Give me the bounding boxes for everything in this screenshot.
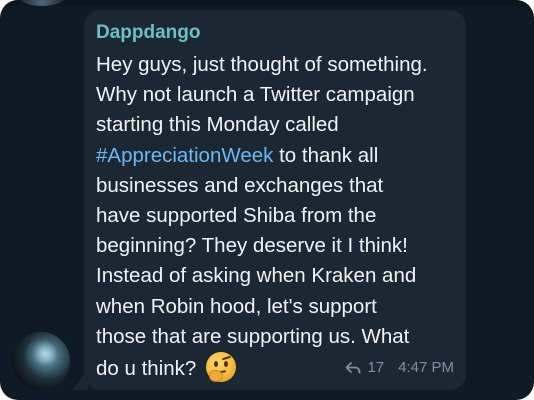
thinking-face-icon <box>206 352 236 383</box>
message-line: to thank all <box>273 143 379 167</box>
message-line: starting this Monday called <box>96 113 339 137</box>
message-line: businesses and exchanges that <box>96 173 384 197</box>
message-line: Why not launch a Twitter campaign <box>96 83 415 107</box>
message-line: Instead of asking when Kraken and <box>96 264 417 288</box>
sender-name[interactable]: Dappdango <box>96 22 452 44</box>
chat-screen: Dappdango Hey guys, just thought of some… <box>0 0 534 400</box>
message-line: beginning? They deserve it I think! <box>96 234 408 258</box>
hashtag-link[interactable]: #AppreciationWeek <box>96 144 273 167</box>
message-line: Hey guys, just thought of something. <box>96 53 428 76</box>
message-bubble[interactable]: Dappdango Hey guys, just thought of some… <box>84 10 466 390</box>
reply-count[interactable]: 17 <box>367 359 384 376</box>
sender-avatar[interactable] <box>12 332 70 390</box>
message-line: do u think? <box>96 357 202 381</box>
message-line: those that are supporting us. What <box>96 324 410 348</box>
message-line: have supported Shiba from the <box>96 204 377 228</box>
message-meta: 17 4:47 PM <box>345 359 454 376</box>
reply-arrow-icon[interactable] <box>345 361 361 375</box>
top-edge <box>0 0 534 6</box>
message-line: when Robin hood, let's support <box>96 294 377 318</box>
message-time: 4:47 PM <box>398 359 454 376</box>
message-text: Hey guys, just thought of something. Why… <box>96 50 452 384</box>
